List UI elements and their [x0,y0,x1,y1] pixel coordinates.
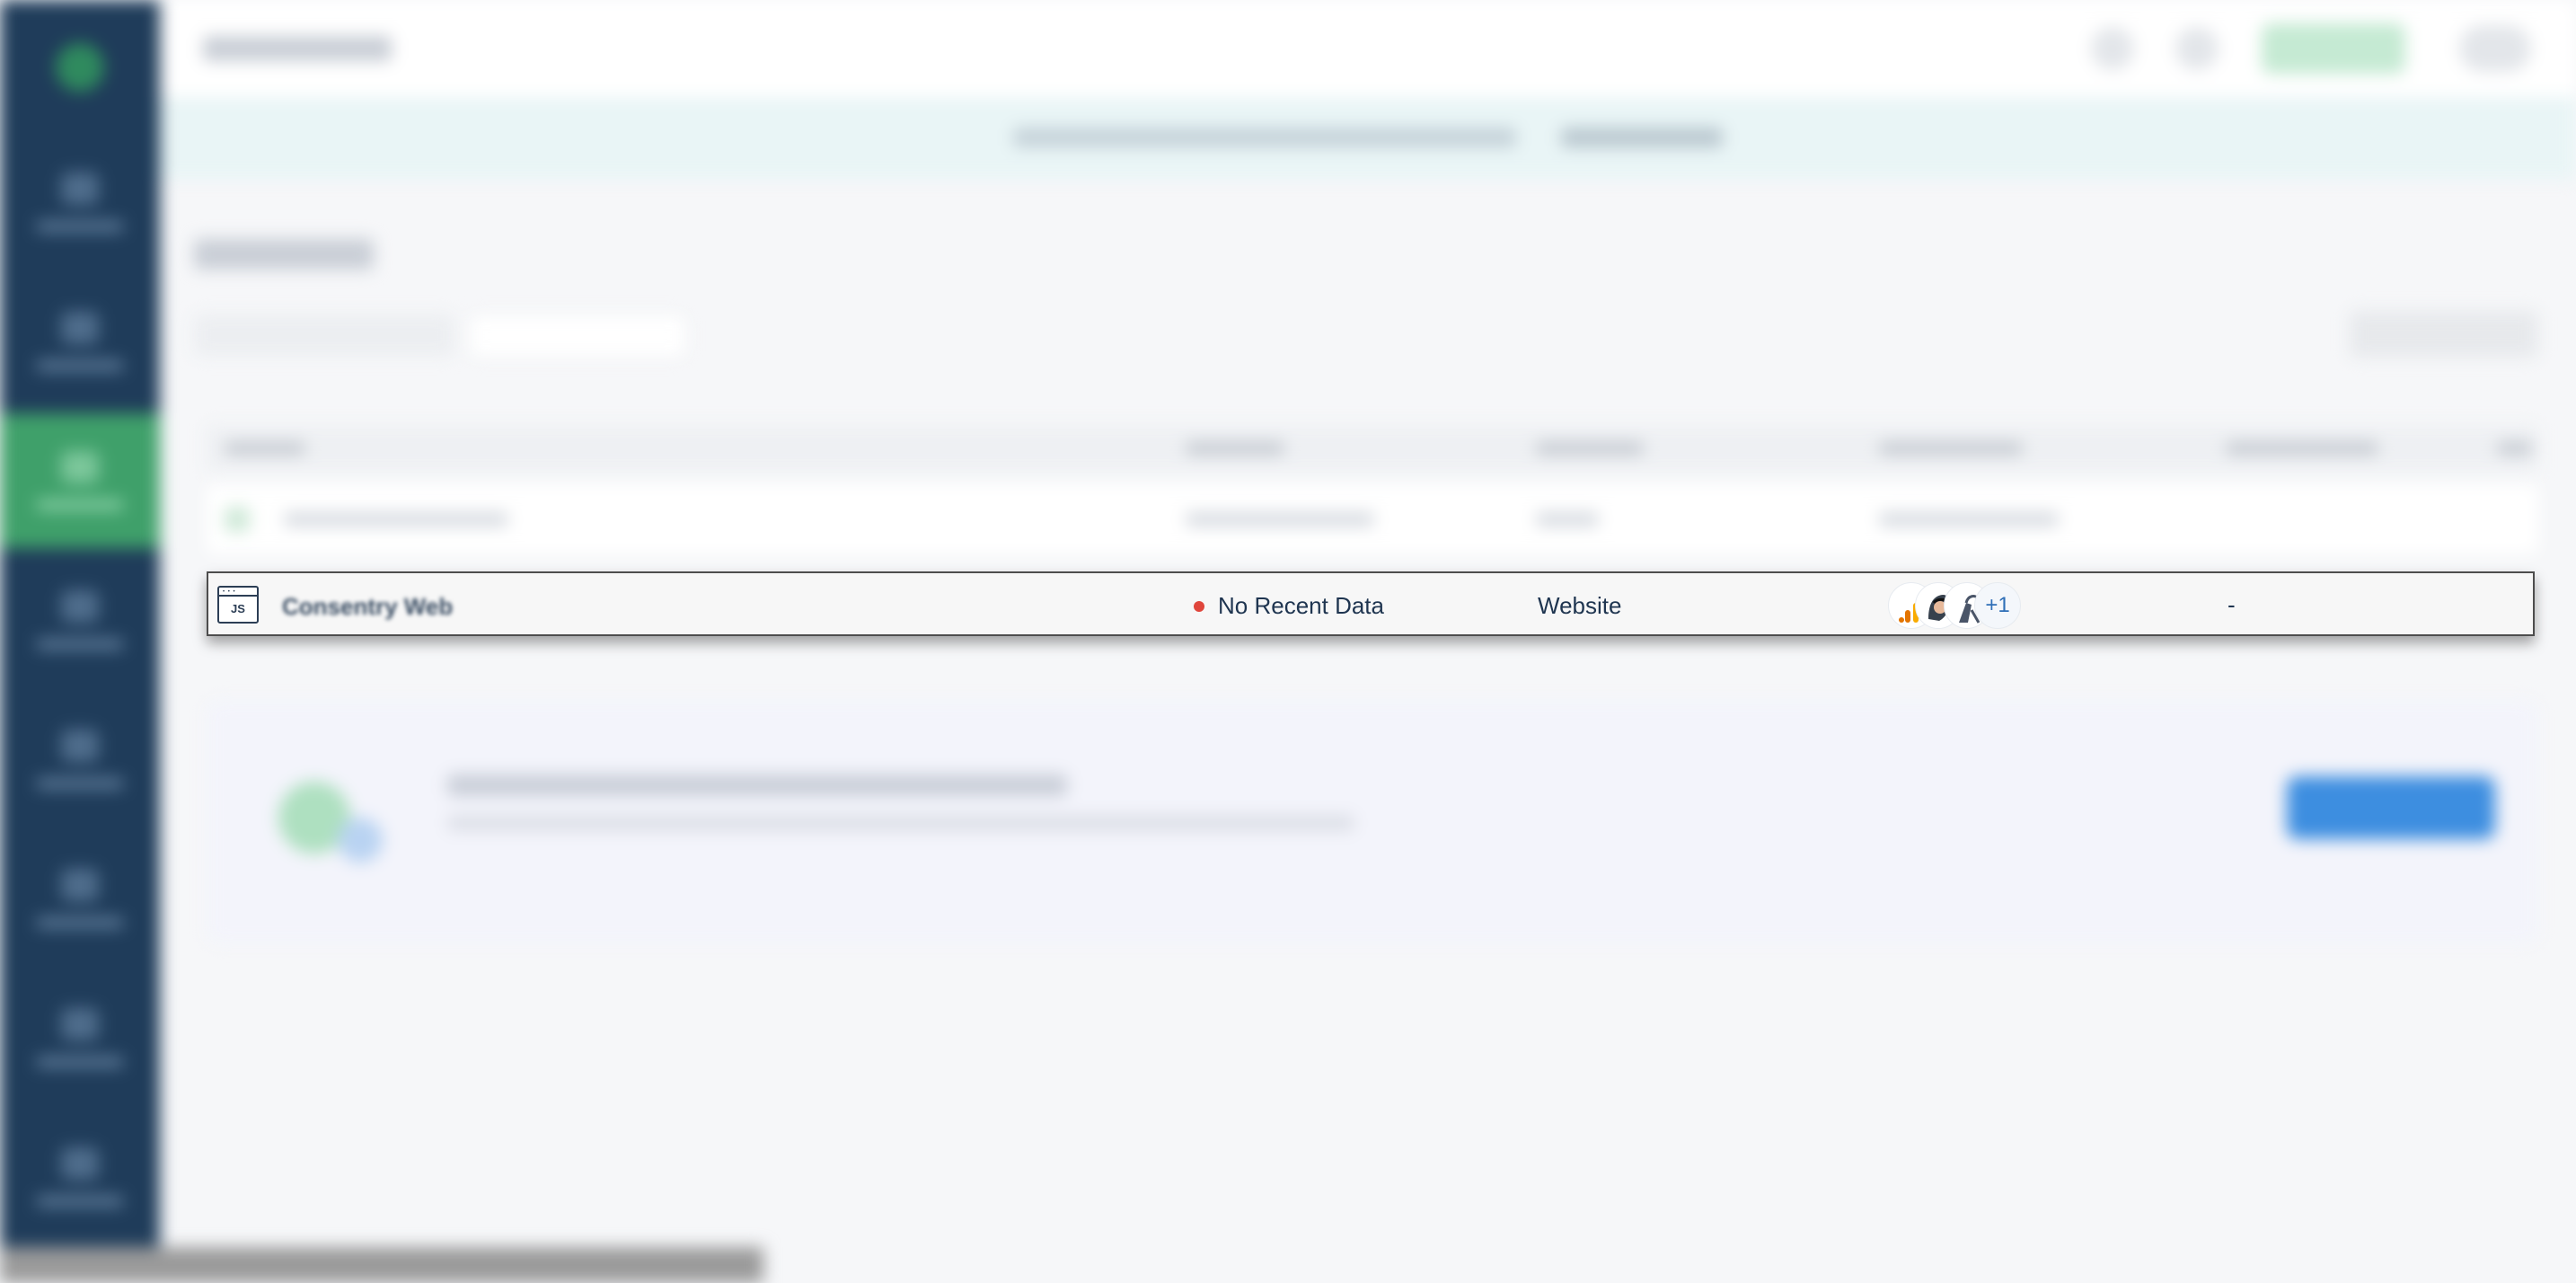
sidebar-item-1[interactable] [0,135,160,270]
sidebar-item-6[interactable] [0,831,160,966]
sidebar-item-icon [61,1008,99,1040]
column-header-status[interactable] [1186,442,1284,455]
sidebar [0,0,160,1283]
sidebar-item-label [36,1196,124,1207]
sidebar-item-label [36,500,124,510]
filter-dropdown[interactable] [194,314,454,356]
card-description [447,816,1354,830]
sidebar-item-icon [61,869,99,901]
banner-link[interactable] [1561,128,1723,147]
card-action-button[interactable] [2287,776,2495,839]
column-header-name[interactable] [225,442,305,455]
source-type-label: JS [231,602,245,615]
status-dot-icon [1194,601,1204,612]
sidebar-item-icon [61,730,99,762]
sidebar-item-label [36,1057,124,1067]
page-title [194,239,374,270]
sidebar-item-label [36,778,124,789]
sidebar-item-icon [61,590,99,623]
sidebar-item-label [36,221,124,232]
banner-text [1013,128,1516,147]
more-destinations-badge[interactable]: +1 [1974,582,2021,629]
top-bar [160,0,2576,97]
row-status [1186,512,1374,526]
source-last-seen: - [2228,591,2236,618]
sidebar-item-2[interactable] [0,274,160,409]
column-header-last-seen[interactable] [2226,442,2378,455]
add-destination-card [207,701,2538,943]
sidebar-item-label [36,639,124,650]
row-category [1536,512,1599,526]
help-icon[interactable] [2175,27,2219,70]
sidebar-item-icon [61,451,99,483]
bottom-status-bar [0,1247,763,1283]
source-status: No Recent Data [1218,592,1384,619]
search-input[interactable] [469,314,686,358]
workspace-title [203,36,392,61]
column-header-destinations[interactable] [1879,442,2023,455]
highlighted-source-row[interactable]: • • • JS Consentry Web No Recent Data We… [207,571,2535,636]
sidebar-item-7[interactable] [0,970,160,1105]
avatar[interactable] [2459,25,2531,72]
sidebar-item-icon [61,1147,99,1180]
upgrade-button[interactable] [2262,23,2405,74]
search-icon[interactable] [2091,27,2134,70]
sidebar-item-icon [61,173,99,205]
javascript-source-icon: • • • JS [217,586,259,624]
source-name[interactable]: Consentry Web [282,593,453,621]
row-name [284,512,508,526]
row-destinations [1879,512,2059,526]
sidebar-item-5[interactable] [0,692,160,827]
sidebar-item-active[interactable] [0,413,160,548]
sidebar-item-icon [61,312,99,344]
sidebar-item-label [36,917,124,928]
illustration-icon [338,818,383,863]
add-source-button[interactable] [2350,311,2538,358]
blurred-background [0,0,2576,1283]
column-header-menu[interactable] [2497,442,2533,455]
table-header [207,426,2538,471]
sidebar-item-label [36,360,124,371]
column-header-category[interactable] [1536,442,1644,455]
source-category: Website [1538,592,1622,619]
app-logo[interactable] [56,43,104,92]
destinations-list[interactable]: +1 [1888,580,2068,631]
table-row[interactable] [207,485,2538,553]
info-banner [160,97,2576,180]
sidebar-item-4[interactable] [0,553,160,687]
card-title [447,774,1067,796]
sidebar-item-8[interactable] [0,1110,160,1244]
source-icon [225,507,250,532]
